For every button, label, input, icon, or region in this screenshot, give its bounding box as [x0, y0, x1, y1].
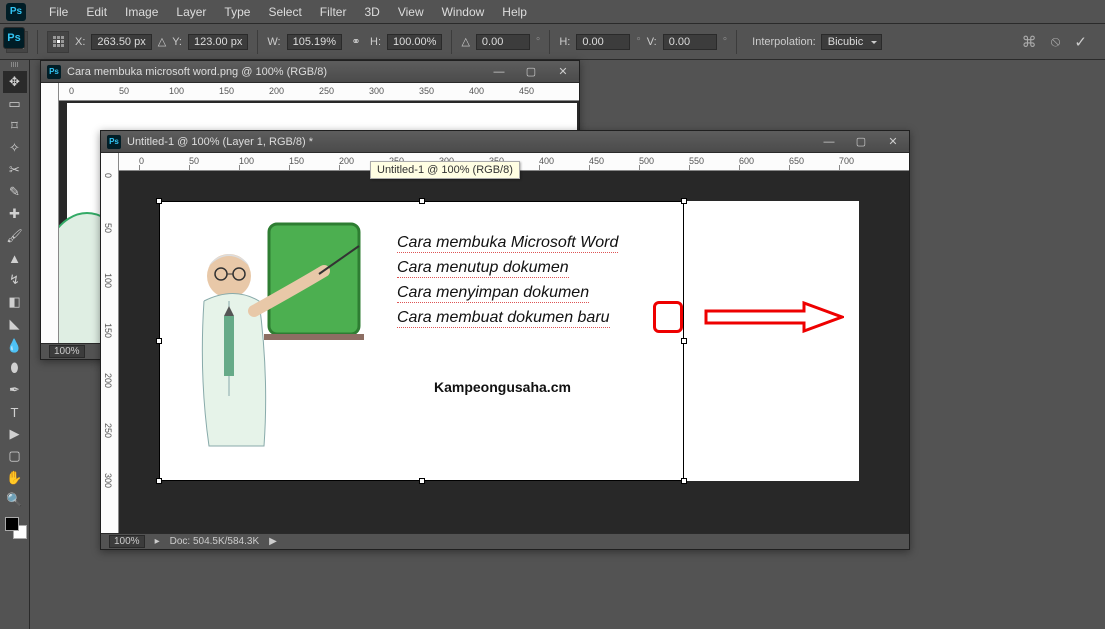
color-swatches[interactable]	[3, 515, 27, 539]
menu-window[interactable]: Window	[433, 2, 494, 22]
menu-file[interactable]: File	[40, 2, 77, 22]
window2-canvas-area[interactable]: Cara membuka Microsoft Word Cara menutup…	[119, 171, 909, 533]
reference-point-icon[interactable]	[47, 31, 69, 53]
menu-3d[interactable]: 3D	[355, 2, 388, 22]
menu-edit[interactable]: Edit	[77, 2, 116, 22]
window1-zoom[interactable]: 100%	[49, 345, 85, 358]
crop-tool-icon[interactable]: ✂	[3, 159, 27, 181]
window1-close-button[interactable]: ✕	[547, 62, 579, 82]
transform-handle[interactable]	[156, 338, 162, 344]
w-label: W:	[267, 36, 280, 48]
interpolation-label: Interpolation:	[752, 36, 816, 48]
transform-handle[interactable]	[681, 198, 687, 204]
toolbox: ✥ ▭ ⌑ ✧ ✂ ✎ ✚ 🖌 ▲ ↯ ◧ ◣ 💧 ⬮ ✒ T ▶ ▢ ✋ 🔍	[0, 60, 30, 629]
x-label: X:	[75, 36, 85, 48]
window-title-tooltip: Untitled-1 @ 100% (RGB/8)	[370, 161, 520, 179]
window2-zoom[interactable]: 100%	[109, 535, 145, 548]
menu-type[interactable]: Type	[215, 2, 259, 22]
brush-tool-icon[interactable]: 🖌	[3, 225, 27, 247]
menu-image[interactable]: Image	[116, 2, 167, 22]
x-value[interactable]: 263.50 px	[91, 34, 151, 50]
skew-v-label: V:	[647, 36, 657, 48]
skew-h-value[interactable]: 0.00	[576, 34, 630, 50]
window2-close-button[interactable]: ✕	[877, 132, 909, 152]
menu-view[interactable]: View	[389, 2, 433, 22]
photoshop-badge-icon: Ps	[3, 27, 25, 49]
transform-handle[interactable]	[419, 198, 425, 204]
window2-docsize: Doc: 504.5K/584.3K	[170, 536, 260, 547]
window1-minimize-button[interactable]: —	[483, 62, 515, 82]
clone-stamp-tool-icon[interactable]: ▲	[3, 247, 27, 269]
transform-handle[interactable]	[419, 478, 425, 484]
toolbox-grip-icon[interactable]	[3, 62, 27, 68]
shape-tool-icon[interactable]: ▢	[3, 445, 27, 467]
path-select-tool-icon[interactable]: ▶	[3, 423, 27, 445]
warp-mode-icon[interactable]: ⌘	[1022, 33, 1037, 51]
pen-tool-icon[interactable]: ✒	[3, 379, 27, 401]
menu-select[interactable]: Select	[259, 2, 310, 22]
lasso-tool-icon[interactable]: ⌑	[3, 115, 27, 137]
healing-brush-tool-icon[interactable]: ✚	[3, 203, 27, 225]
window2-statusbar: 100% ▸ Doc: 504.5K/584.3K ▶	[101, 533, 909, 549]
dodge-tool-icon[interactable]: ⬮	[3, 357, 27, 379]
document-area: Ps Cara membuka microsoft word.png @ 100…	[30, 60, 1105, 629]
transform-handle[interactable]	[681, 478, 687, 484]
hand-tool-icon[interactable]: ✋	[3, 467, 27, 489]
window2-docsize-icon[interactable]: ▸	[155, 536, 160, 547]
free-transform-bounding-box[interactable]	[159, 201, 684, 481]
window1-ruler-horizontal[interactable]: 050100150200250300350400450	[59, 83, 579, 101]
menu-bar: Ps File Edit Image Layer Type Select Fil…	[0, 0, 1105, 24]
angle-icon: △	[461, 35, 469, 48]
document-icon: Ps	[47, 65, 61, 79]
magic-wand-tool-icon[interactable]: ✧	[3, 137, 27, 159]
y-value[interactable]: 123.00 px	[188, 34, 248, 50]
skew-v-value[interactable]: 0.00	[663, 34, 717, 50]
window2-maximize-button[interactable]: ▢	[845, 132, 877, 152]
menu-filter[interactable]: Filter	[311, 2, 356, 22]
type-tool-icon[interactable]: T	[3, 401, 27, 423]
cancel-transform-icon[interactable]: ⦸	[1051, 33, 1061, 50]
menu-layer[interactable]: Layer	[167, 2, 215, 22]
transform-handle[interactable]	[156, 198, 162, 204]
eraser-tool-icon[interactable]: ◧	[3, 291, 27, 313]
interpolation-select[interactable]: Bicubic	[821, 34, 882, 50]
window1-maximize-button[interactable]: ▢	[515, 62, 547, 82]
move-tool-icon[interactable]: ✥	[3, 71, 27, 93]
annotation-red-arrow-icon	[704, 299, 844, 339]
w-value[interactable]: 105.19%	[287, 34, 342, 50]
h-label: H:	[370, 36, 381, 48]
y-label: Y:	[172, 36, 182, 48]
window2-minimize-button[interactable]: —	[813, 132, 845, 152]
document-icon: Ps	[107, 135, 121, 149]
marquee-tool-icon[interactable]: ▭	[3, 93, 27, 115]
zoom-tool-icon[interactable]: 🔍	[3, 489, 27, 511]
transform-handle[interactable]	[681, 338, 687, 344]
window1-titlebar[interactable]: Ps Cara membuka microsoft word.png @ 100…	[41, 61, 579, 83]
window2-title: Untitled-1 @ 100% (Layer 1, RGB/8) *	[127, 136, 313, 148]
options-bar: X: 263.50 px △ Y: 123.00 px W: 105.19% ⚭…	[0, 24, 1105, 60]
skew-h-label: H:	[559, 36, 570, 48]
photoshop-logo-icon: Ps	[6, 3, 26, 21]
eyedropper-tool-icon[interactable]: ✎	[3, 181, 27, 203]
document-window-2[interactable]: Ps Untitled-1 @ 100% (Layer 1, RGB/8) * …	[100, 130, 910, 550]
window1-ruler-vertical[interactable]	[41, 83, 59, 343]
h-value[interactable]: 100.00%	[387, 34, 442, 50]
link-aspect-icon[interactable]: ⚭	[348, 35, 364, 48]
transform-handle[interactable]	[156, 478, 162, 484]
window2-flyout-icon[interactable]: ▶	[269, 536, 277, 547]
history-brush-tool-icon[interactable]: ↯	[3, 269, 27, 291]
window1-title: Cara membuka microsoft word.png @ 100% (…	[67, 66, 327, 78]
window2-ruler-vertical[interactable]: 050100150200250300	[101, 153, 119, 533]
blur-tool-icon[interactable]: 💧	[3, 335, 27, 357]
commit-transform-icon[interactable]: ✓	[1074, 33, 1087, 51]
window2-titlebar[interactable]: Ps Untitled-1 @ 100% (Layer 1, RGB/8) * …	[101, 131, 909, 153]
menu-help[interactable]: Help	[493, 2, 536, 22]
delta-icon[interactable]: △	[158, 35, 166, 48]
gradient-tool-icon[interactable]: ◣	[3, 313, 27, 335]
angle-value[interactable]: 0.00	[476, 34, 530, 50]
